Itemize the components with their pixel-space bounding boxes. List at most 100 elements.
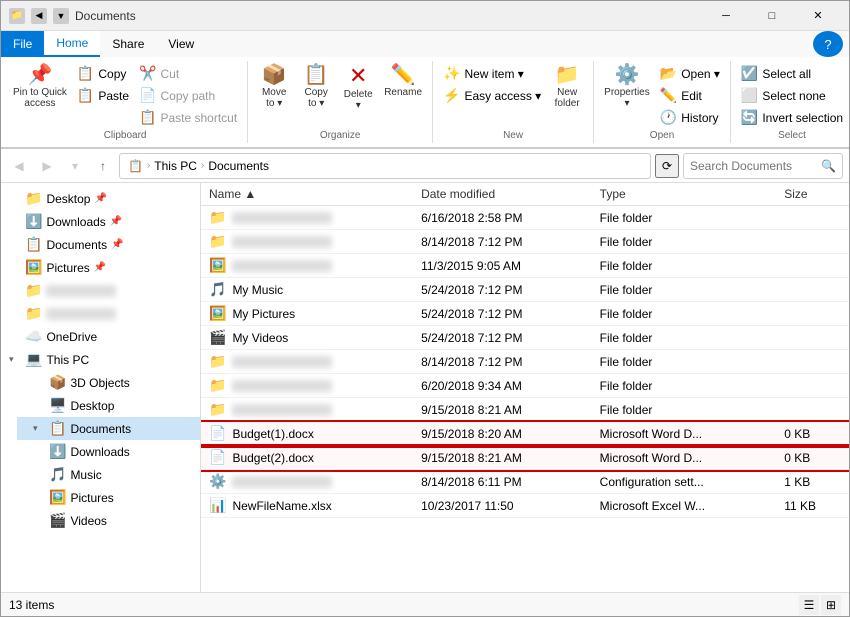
table-row-budget2[interactable]: 📄Budget(2).docx 9/15/2018 8:21 AM Micros… <box>201 446 849 470</box>
ribbon-content: 📌 Pin to Quickaccess 📋 Copy 📋 Paste <box>1 57 849 148</box>
copy-path-button[interactable]: 📄 Copy path <box>135 85 241 106</box>
tab-file[interactable]: File <box>1 31 44 57</box>
maximize-button[interactable]: □ <box>749 1 795 31</box>
blurred-name <box>232 236 332 248</box>
delete-button[interactable]: ✕ Delete▾ <box>338 63 378 113</box>
sidebar-item-3dobjects[interactable]: 📦 3D Objects <box>17 371 200 394</box>
main-area: 📁 Desktop 📌 ⬇️ Downloads 📌 📋 Documents 📌… <box>1 183 849 592</box>
new-items: ✨ New item ▾ ⚡ Easy access ▾ 📁 Newfolder <box>439 61 587 130</box>
invert-selection-button[interactable]: 🔄 Invert selection <box>737 107 847 128</box>
table-row-config[interactable]: ⚙️ 8/14/2018 6:11 PM Configuration sett.… <box>201 470 849 494</box>
cut-button[interactable]: ✂️ Cut <box>135 63 241 84</box>
col-date[interactable]: Date modified <box>413 183 592 206</box>
recent-button[interactable]: ▾ <box>63 154 87 178</box>
paste-icon: 📋 <box>77 87 94 104</box>
tab-view[interactable]: View <box>156 31 206 57</box>
blurred-name <box>232 260 332 272</box>
large-icons-view-button[interactable]: ⊞ <box>821 595 841 615</box>
rename-button[interactable]: ✏️ Rename <box>380 63 426 100</box>
table-row[interactable]: 📁 8/14/2018 7:12 PM File folder <box>201 230 849 254</box>
help-button[interactable]: ? <box>813 31 843 57</box>
folder-icon: 📁 <box>209 209 226 226</box>
tab-home[interactable]: Home <box>44 31 100 57</box>
breadcrumb-documents[interactable]: Documents <box>208 159 269 173</box>
new-item-button[interactable]: ✨ New item ▾ <box>439 63 545 84</box>
sidebar-item-music[interactable]: 🎵 Music <box>17 463 200 486</box>
ribbon: File Home Share View ? 📌 Pin to Quickacc… <box>1 31 849 149</box>
table-row[interactable]: 🎬My Videos 5/24/2018 7:12 PM File folder <box>201 326 849 350</box>
close-button[interactable]: ✕ <box>795 1 841 31</box>
easy-access-button[interactable]: ⚡ Easy access ▾ <box>439 85 545 106</box>
open-label: Open <box>650 130 674 143</box>
open-button[interactable]: 📂 Open ▾ <box>656 63 724 84</box>
col-size[interactable]: Size <box>776 183 849 206</box>
organize-items: 📦 Moveto ▾ 📋 Copyto ▾ ✕ Delete▾ ✏️ Renam… <box>254 61 426 130</box>
pin-quick-access-button[interactable]: 📌 Pin to Quickaccess <box>9 63 71 111</box>
table-row-excel[interactable]: 📊NewFileName.xlsx 10/23/2017 11:50 Micro… <box>201 494 849 518</box>
select-none-button[interactable]: ⬜ Select none <box>737 85 847 106</box>
minimize-button[interactable]: ─ <box>703 1 749 31</box>
sidebar-item-desktop[interactable]: 📁 Desktop 📌 <box>1 187 200 210</box>
pin-icon-4: 📌 <box>94 262 106 273</box>
onedrive-icon: ☁️ <box>25 328 42 345</box>
sidebar-item-videos[interactable]: 🎬 Videos <box>17 509 200 532</box>
table-row[interactable]: 🖼️My Pictures 5/24/2018 7:12 PM File fol… <box>201 302 849 326</box>
table-row[interactable]: 📁 8/14/2018 7:12 PM File folder <box>201 350 849 374</box>
expand-down-icon-2: ▾ <box>33 423 45 434</box>
paste-shortcut-icon: 📋 <box>139 109 156 126</box>
select-label: Select <box>778 130 806 143</box>
sidebar-item-desktop2[interactable]: 🖥️ Desktop <box>17 394 200 417</box>
breadcrumb[interactable]: 📋 › This PC › Documents <box>119 153 651 179</box>
refresh-button[interactable]: ⟳ <box>655 154 679 178</box>
pin-icon: 📌 <box>94 193 106 204</box>
details-view-button[interactable]: ☰ <box>799 595 819 615</box>
sidebar-item-downloads2[interactable]: ⬇️ Downloads <box>17 440 200 463</box>
sidebar-item-onedrive[interactable]: ☁️ OneDrive <box>1 325 200 348</box>
move-to-button[interactable]: 📦 Moveto ▾ <box>254 63 294 111</box>
back-button[interactable]: ◀ <box>7 154 31 178</box>
sidebar-item-folder1[interactable]: 📁 <box>1 279 200 302</box>
col-type[interactable]: Type <box>592 183 777 206</box>
sidebar-item-folder2[interactable]: 📁 <box>1 302 200 325</box>
properties-button[interactable]: ⚙️ Properties▾ <box>600 63 654 111</box>
sidebar-item-thispc[interactable]: ▾ 💻 This PC <box>1 348 200 371</box>
folder-icon: 📁 <box>209 401 226 418</box>
search-box[interactable]: 🔍 <box>683 153 843 179</box>
table-row-budget1[interactable]: 📄Budget(1).docx 9/15/2018 8:20 AM Micros… <box>201 422 849 446</box>
paste-button[interactable]: 📋 Paste <box>73 85 133 106</box>
organize-label: Organize <box>320 130 361 143</box>
new-folder-button[interactable]: 📁 Newfolder <box>547 63 587 111</box>
forward-button[interactable]: ▶ <box>35 154 59 178</box>
sidebar-item-documents[interactable]: 📋 Documents 📌 <box>1 233 200 256</box>
pin-icon-3: 📌 <box>111 239 123 250</box>
table-row[interactable]: 🎵My Music 5/24/2018 7:12 PM File folder <box>201 278 849 302</box>
ribbon-group-select: ☑️ Select all ⬜ Select none 🔄 Invert sel… <box>731 61 850 143</box>
copy-to-button[interactable]: 📋 Copyto ▾ <box>296 63 336 111</box>
ribbon-group-organize: 📦 Moveto ▾ 📋 Copyto ▾ ✕ Delete▾ ✏️ Renam… <box>248 61 433 143</box>
table-row[interactable]: 📁 6/16/2018 2:58 PM File folder <box>201 206 849 230</box>
table-row[interactable]: 📁 6/20/2018 9:34 AM File folder <box>201 374 849 398</box>
tab-share[interactable]: Share <box>100 31 156 57</box>
breadcrumb-thispc[interactable]: This PC <box>154 159 197 173</box>
file-list-body: 📁 6/16/2018 2:58 PM File folder 📁 8/14/2… <box>201 206 849 518</box>
properties-icon: ⚙️ <box>615 65 640 85</box>
select-all-button[interactable]: ☑️ Select all <box>737 63 847 84</box>
copy-button[interactable]: 📋 Copy <box>73 63 133 84</box>
table-row[interactable]: 📁 9/15/2018 8:21 AM File folder <box>201 398 849 422</box>
paste-shortcut-button[interactable]: 📋 Paste shortcut <box>135 107 241 128</box>
table-row[interactable]: 🖼️ 11/3/2015 9:05 AM File folder <box>201 254 849 278</box>
sidebar-item-documents2[interactable]: ▾ 📋 Documents <box>17 417 200 440</box>
history-button[interactable]: 🕐 History <box>656 107 724 128</box>
new-item-icon: ✨ <box>443 65 460 82</box>
blurred-name <box>232 380 332 392</box>
sidebar-item-pictures[interactable]: 🖼️ Pictures 📌 <box>1 256 200 279</box>
up-button[interactable]: ↑ <box>91 154 115 178</box>
sidebar-item-pictures2[interactable]: 🖼️ Pictures <box>17 486 200 509</box>
select-all-icon: ☑️ <box>741 65 758 82</box>
file-list-header: Name ▲ Date modified Type Size <box>201 183 849 206</box>
sidebar-item-downloads[interactable]: ⬇️ Downloads 📌 <box>1 210 200 233</box>
search-input[interactable] <box>690 159 817 173</box>
edit-button[interactable]: ✏️ Edit <box>656 85 724 106</box>
downloads2-icon: ⬇️ <box>49 443 66 460</box>
col-name[interactable]: Name ▲ <box>201 183 413 206</box>
